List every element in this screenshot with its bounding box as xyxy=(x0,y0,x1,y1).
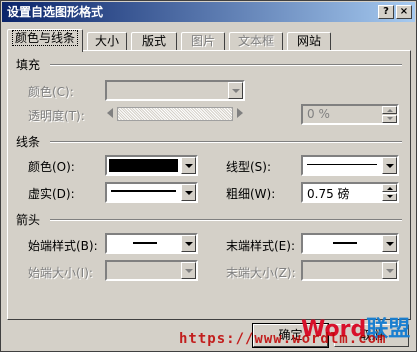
transparency-label: 透明度(T): xyxy=(28,109,85,123)
slider-track xyxy=(117,107,233,121)
end-style-label: 末端样式(E): xyxy=(226,239,295,253)
tab-textbox: 文本框 xyxy=(229,32,283,51)
begin-style-label: 始端样式(B): xyxy=(28,239,98,253)
tab-size[interactable]: 大小 xyxy=(87,32,127,51)
chevron-down-icon[interactable] xyxy=(181,235,196,252)
fill-color-dropdown xyxy=(105,80,245,101)
begin-size-label: 始端大小(I): xyxy=(28,266,93,280)
dash-label: 虚实(D): xyxy=(28,187,75,201)
end-size-dropdown xyxy=(301,260,399,281)
line-color-swatch xyxy=(109,159,178,172)
weight-value[interactable]: 0.75 磅 xyxy=(307,185,350,202)
spin-up-icon[interactable] xyxy=(382,184,397,192)
tab-web[interactable]: 网站 xyxy=(287,32,331,51)
line-style-label: 线型(S): xyxy=(226,160,272,174)
arrows-separator xyxy=(50,219,402,221)
transparency-spinner: 0 % xyxy=(301,104,399,125)
chevron-down-icon xyxy=(228,82,243,99)
watermark-url: https://www.wordlm.com xyxy=(179,331,387,347)
transparency-slider xyxy=(105,105,245,124)
format-autoshape-dialog: 设置自选图形格式 ? × 颜色与线条 大小 版式 图片 文本框 网站 填充 颜色… xyxy=(0,0,417,352)
title-bar: 设置自选图形格式 ? × xyxy=(2,2,415,22)
spin-down-icon[interactable] xyxy=(382,193,397,201)
line-style-dropdown[interactable] xyxy=(301,155,399,176)
chevron-down-icon[interactable] xyxy=(382,157,397,174)
fill-separator xyxy=(50,64,402,66)
tab-picture: 图片 xyxy=(181,32,225,51)
slider-left-arrow-icon xyxy=(107,108,113,118)
line-separator xyxy=(50,141,402,143)
slider-right-arrow-icon xyxy=(237,108,243,118)
line-style-sample xyxy=(307,164,377,165)
begin-size-dropdown xyxy=(105,260,198,281)
line-section-label: 线条 xyxy=(16,135,41,149)
end-size-label: 末端大小(Z): xyxy=(226,266,296,280)
chevron-down-icon xyxy=(181,262,196,279)
dialog-title: 设置自选图形格式 xyxy=(7,5,104,19)
chevron-down-icon[interactable] xyxy=(181,184,196,201)
end-style-dropdown[interactable] xyxy=(301,233,399,254)
line-color-dropdown[interactable] xyxy=(105,155,198,176)
chevron-down-icon[interactable] xyxy=(181,157,196,174)
weight-label: 粗细(W): xyxy=(226,187,276,201)
fill-section-label: 填充 xyxy=(16,58,41,72)
spin-up-icon xyxy=(382,106,397,114)
chevron-down-icon[interactable] xyxy=(382,235,397,252)
close-button[interactable]: × xyxy=(396,5,412,19)
dash-dropdown[interactable] xyxy=(105,182,198,203)
tab-layout[interactable]: 版式 xyxy=(131,32,177,51)
tab-colors-and-lines[interactable]: 颜色与线条 xyxy=(7,29,83,52)
dash-sample xyxy=(111,190,176,192)
line-color-label: 颜色(O): xyxy=(28,160,75,174)
transparency-value: 0 % xyxy=(307,107,330,121)
help-button[interactable]: ? xyxy=(378,5,394,19)
weight-spinner[interactable]: 0.75 磅 xyxy=(301,182,399,203)
chevron-down-icon xyxy=(382,262,397,279)
fill-color-label: 颜色(C): xyxy=(28,85,74,99)
begin-style-sample xyxy=(133,242,157,244)
end-style-sample xyxy=(333,242,357,244)
tab-panel: 填充 颜色(C): 透明度(T): 0 % 线条 颜色(O): 线型(S): 虚… xyxy=(7,50,411,320)
arrows-section-label: 箭头 xyxy=(16,213,41,227)
begin-style-dropdown[interactable] xyxy=(105,233,198,254)
spin-down-icon xyxy=(382,115,397,123)
